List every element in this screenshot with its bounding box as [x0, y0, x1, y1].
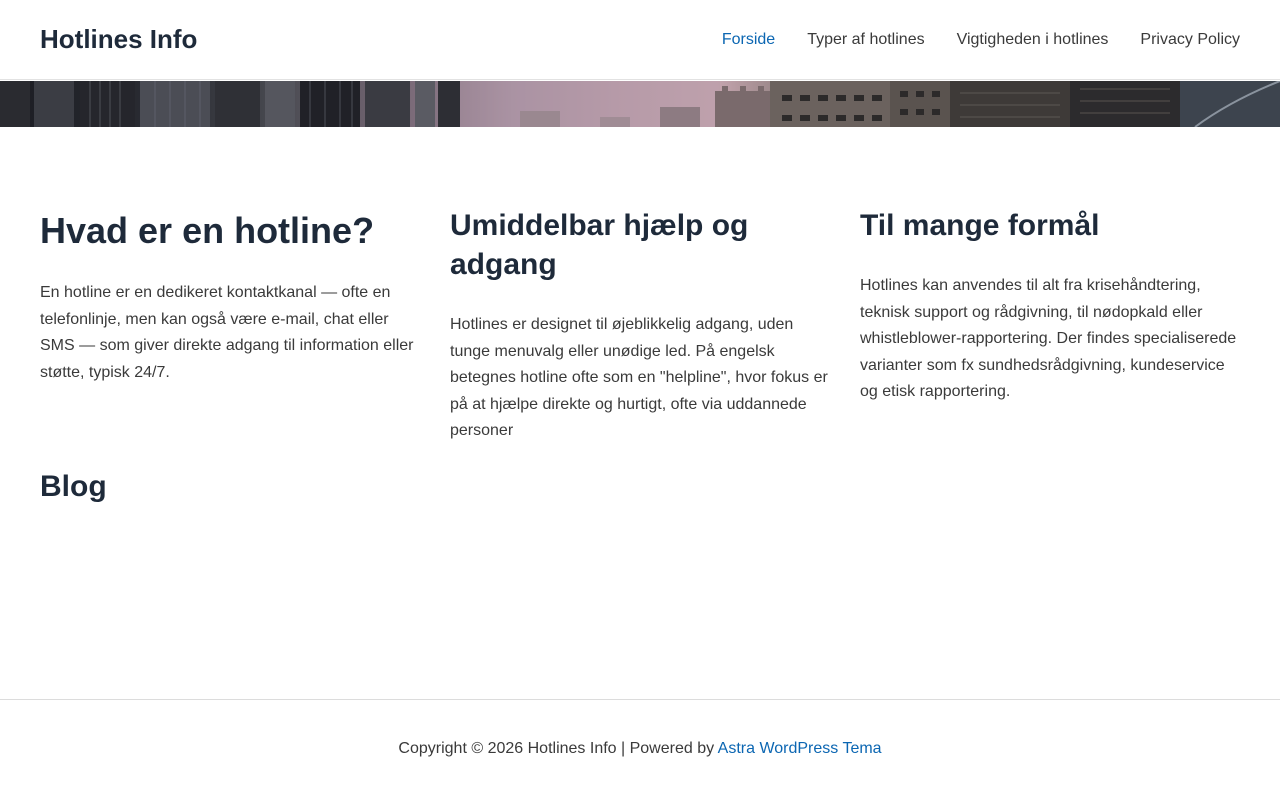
- nav-item-typer-af-hotlines[interactable]: Typer af hotlines: [807, 31, 924, 49]
- column-heading: Hvad er en hotline?: [40, 210, 375, 251]
- copyright-text: Copyright © 2026 Hotlines Info | Powered…: [398, 740, 718, 757]
- column-heading: Til mange formål: [860, 209, 1100, 242]
- astra-theme-link[interactable]: Astra WordPress Tema: [718, 740, 882, 757]
- column-heading: Umiddelbar hjælp og adgang: [450, 209, 749, 281]
- nav-item-forside[interactable]: Forside: [722, 31, 775, 49]
- nav-item-privacy-policy[interactable]: Privacy Policy: [1140, 31, 1240, 49]
- city-buildings-image: [0, 81, 1280, 127]
- site-footer: Copyright © 2026 Hotlines Info | Powered…: [0, 699, 1280, 800]
- site-title-link[interactable]: Hotlines Info: [40, 24, 197, 54]
- site-header: Hotlines Info Forside Typer af hotlines …: [0, 0, 1280, 80]
- footer-copyright: Copyright © 2026 Hotlines Info | Powered…: [0, 740, 1280, 758]
- column-text: Hotlines kan anvendes til alt fra kriseh…: [860, 277, 1237, 401]
- blog-heading: Blog: [40, 470, 107, 503]
- info-columns: Hvad er en hotline? En hotline er en ded…: [40, 206, 1240, 445]
- column-text: En hotline er en dedikeret kontaktkanal …: [40, 284, 414, 381]
- hero-banner-image: [0, 81, 1280, 127]
- info-column-3: Til mange formål Hotlines kan anvendes t…: [860, 206, 1240, 445]
- column-text: Hotlines er designet til øjeblikkelig ad…: [450, 316, 828, 440]
- main-nav: Forside Typer af hotlines Vigtigheden i …: [690, 0, 1240, 80]
- info-column-1: Hvad er en hotline? En hotline er en ded…: [40, 206, 420, 445]
- nav-item-vigtigheden-i-hotlines[interactable]: Vigtigheden i hotlines: [957, 31, 1109, 49]
- info-column-2: Umiddelbar hjælp og adgang Hotlines er d…: [450, 206, 830, 445]
